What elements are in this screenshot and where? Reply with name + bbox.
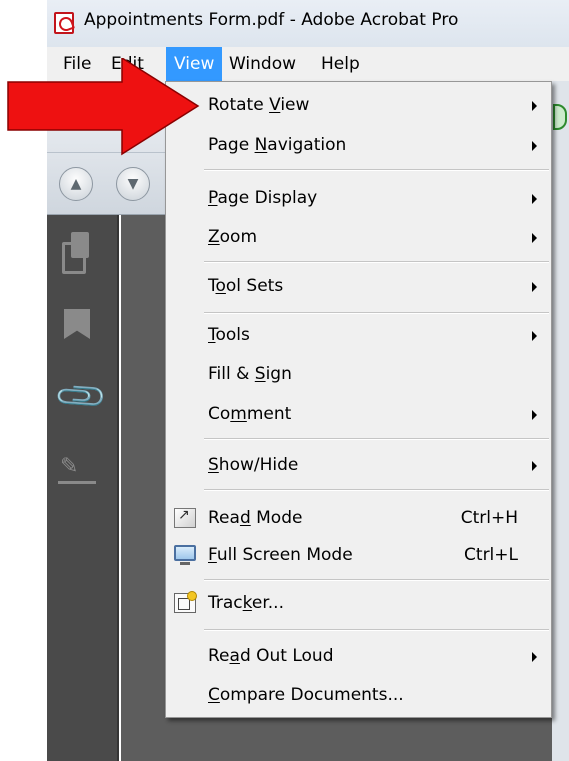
menu-item-label: Comment [208,404,292,424]
menu-item-comment[interactable]: Comment [166,397,551,431]
menu-item-label: Zoom [208,227,258,247]
menu-item-label: Read Out Loud [208,646,334,666]
menu-window[interactable]: Window [221,47,304,81]
full-screen-icon [174,545,196,565]
submenu-arrow-icon [532,461,537,471]
menu-item-page-navigation[interactable]: Page Navigation [166,128,551,162]
arrow-up-icon: ▲ [70,176,82,192]
menu-item-show-hide[interactable]: Show/Hide [166,448,551,482]
menu-separator [204,261,549,263]
submenu-arrow-icon [532,410,537,420]
green-tool-icon[interactable] [553,104,567,130]
previous-page-button[interactable]: ▲ [59,167,93,201]
submenu-arrow-icon [532,331,537,341]
menu-item-fill-and-sign[interactable]: Fill & Sign [166,357,551,391]
read-mode-icon [174,507,196,528]
submenu-arrow-icon [532,233,537,243]
menu-separator [204,438,549,440]
red-annotation-arrow-icon [7,58,200,156]
menu-item-label: Rotate View [208,95,310,115]
menu-item-tools[interactable]: Tools [166,318,551,352]
menu-item-compare-documents[interactable]: Compare Documents... [166,678,551,712]
shortcut-label: Ctrl+L [464,545,518,565]
menu-item-label: Tracker... [208,593,284,613]
menu-separator [204,629,549,631]
acrobat-pdf-icon [54,12,74,34]
menu-item-label: Read Mode [208,508,303,528]
page-thumbnails-icon[interactable] [62,232,92,274]
menu-item-label: Tool Sets [208,276,284,296]
arrow-down-icon: ▼ [127,176,139,192]
signatures-icon[interactable]: ✎ [58,454,96,484]
tracker-icon [174,591,197,613]
menu-separator [204,169,549,171]
menu-item-page-display[interactable]: Page Display [166,181,551,215]
menu-item-label: Show/Hide [208,455,299,475]
menu-item-tracker[interactable]: Tracker... [166,586,551,620]
menu-item-label: Page Display [208,188,318,208]
menu-item-tool-sets[interactable]: Tool Sets [166,269,551,303]
menu-separator [204,312,549,314]
submenu-arrow-icon [532,101,537,111]
menu-help[interactable]: Help [313,47,368,81]
submenu-arrow-icon [532,141,537,151]
window-title: Appointments Form.pdf - Adobe Acrobat Pr… [84,10,459,30]
menu-item-label: Fill & Sign [208,364,292,384]
navigation-pane [47,215,119,761]
menu-item-label: Tools [208,325,250,345]
menu-item-read-out-loud[interactable]: Read Out Loud [166,639,551,673]
menu-item-label: Compare Documents... [208,685,404,705]
menu-item-full-screen-mode[interactable]: Full Screen Mode Ctrl+L [166,538,551,572]
shortcut-label: Ctrl+H [460,508,518,528]
menu-item-label: Full Screen Mode [208,545,353,565]
view-menu-dropdown: Rotate View Page Navigation Page Display… [165,81,552,718]
next-page-button[interactable]: ▼ [116,167,150,201]
submenu-arrow-icon [532,194,537,204]
menu-item-label: Page Navigation [208,135,347,155]
menu-separator [204,579,549,581]
menu-separator [204,489,549,491]
toolbar-right-edge [552,81,569,761]
menu-item-read-mode[interactable]: Read Mode Ctrl+H [166,501,551,535]
menu-item-zoom[interactable]: Zoom [166,220,551,254]
submenu-arrow-icon [532,652,537,662]
submenu-arrow-icon [532,282,537,292]
menu-item-rotate-view[interactable]: Rotate View [166,88,551,122]
